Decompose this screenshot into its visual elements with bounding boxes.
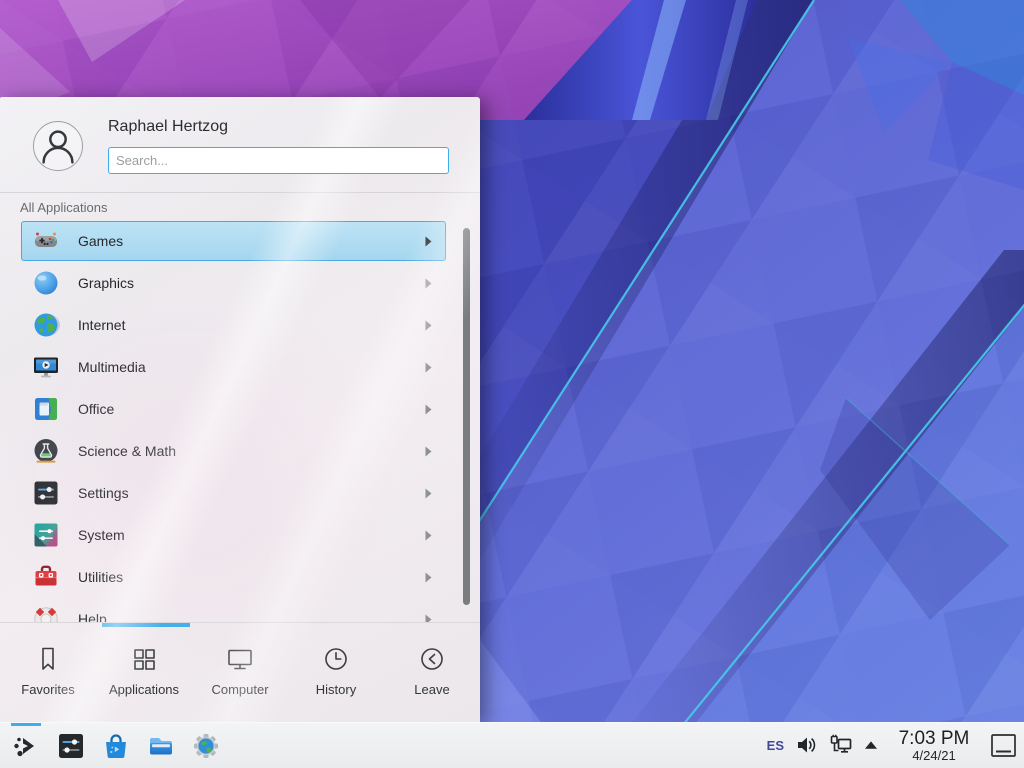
taskbar: ES 7:03 PM 4/24/21 <box>0 722 1024 768</box>
submenu-arrow-icon <box>425 362 432 373</box>
digital-clock[interactable]: 7:03 PM 4/24/21 <box>892 729 976 762</box>
category-label: Internet <box>78 317 125 333</box>
section-label: All Applications <box>20 200 107 215</box>
category-row-multimedia[interactable]: Multimedia <box>21 347 446 387</box>
category-label: Multimedia <box>78 359 146 375</box>
keyboard-layout-indicator[interactable]: ES <box>767 738 784 753</box>
user-name: Raphael Hertzog <box>108 118 228 136</box>
category-label: Settings <box>78 485 129 501</box>
monitor-icon <box>225 644 255 674</box>
show-desktop-icon[interactable] <box>990 733 1017 758</box>
discover-icon[interactable] <box>101 731 131 761</box>
category-row-office[interactable]: Office <box>21 389 446 429</box>
sliders-gradient-icon <box>32 521 60 549</box>
sphere-icon <box>32 269 60 297</box>
tab-leave[interactable]: Leave <box>384 623 480 722</box>
submenu-arrow-icon <box>425 488 432 499</box>
toolbox-icon <box>32 563 60 591</box>
taskbar-launchers <box>0 731 221 761</box>
category-row-games[interactable]: Games <box>21 221 446 261</box>
submenu-arrow-icon <box>425 614 432 623</box>
office-document-icon <box>32 395 60 423</box>
tab-label: Computer <box>211 682 268 697</box>
submenu-arrow-icon <box>425 278 432 289</box>
globe-icon <box>32 311 60 339</box>
category-row-science-math[interactable]: Science & Math <box>21 431 446 471</box>
submenu-arrow-icon <box>425 530 432 541</box>
desktop: Raphael Hertzog All Applications Games <box>0 0 1024 768</box>
tab-label: Applications <box>109 682 179 697</box>
kde-kickoff-icon[interactable] <box>11 731 41 761</box>
category-row-utilities[interactable]: Utilities <box>21 557 446 597</box>
app-grid-icon <box>129 644 159 674</box>
category-row-internet[interactable]: Internet <box>21 305 446 345</box>
tab-history[interactable]: History <box>288 623 384 722</box>
speaker-icon[interactable] <box>795 734 817 756</box>
clock-date: 4/24/21 <box>892 749 976 763</box>
category-label: System <box>78 527 125 543</box>
category-label: Science & Math <box>78 443 176 459</box>
application-launcher-menu: Raphael Hertzog All Applications Games <box>0 97 480 722</box>
submenu-arrow-icon <box>425 236 432 247</box>
launcher-header: Raphael Hertzog <box>0 97 480 193</box>
category-label: Graphics <box>78 275 134 291</box>
submenu-arrow-icon <box>425 320 432 331</box>
tab-label: Leave <box>414 682 449 697</box>
category-label: Utilities <box>78 569 123 585</box>
category-label: Games <box>78 233 123 249</box>
category-row-system[interactable]: System <box>21 515 446 555</box>
dolphin-folder-icon[interactable] <box>146 731 176 761</box>
tab-favorites[interactable]: Favorites <box>0 623 96 722</box>
submenu-arrow-icon <box>425 446 432 457</box>
gamepad-icon <box>32 227 60 255</box>
user-icon <box>34 122 82 170</box>
category-row-help[interactable]: Help <box>21 599 446 622</box>
category-label: Help <box>78 611 107 622</box>
list-scrollbar[interactable] <box>463 228 470 605</box>
tab-label: Favorites <box>21 682 74 697</box>
category-row-graphics[interactable]: Graphics <box>21 263 446 303</box>
caret-up-icon[interactable] <box>864 740 878 750</box>
launcher-tab-bar: Favorites Applications Computer <box>0 622 480 722</box>
network-wired-icon[interactable] <box>828 733 853 757</box>
search-input[interactable] <box>108 147 449 174</box>
clock-time: 7:03 PM <box>892 729 976 749</box>
tab-applications[interactable]: Applications <box>96 623 192 722</box>
clock-icon <box>321 644 351 674</box>
multimedia-monitor-icon <box>32 353 60 381</box>
globe-gear-icon[interactable] <box>191 731 221 761</box>
sliders-dark-icon <box>32 479 60 507</box>
launcher-active-indicator <box>11 723 41 726</box>
category-label: Office <box>78 401 114 417</box>
tab-label: History <box>316 682 356 697</box>
submenu-arrow-icon <box>425 572 432 583</box>
bookmark-icon <box>33 644 63 674</box>
submenu-arrow-icon <box>425 404 432 415</box>
leave-back-icon <box>417 644 447 674</box>
system-settings-icon[interactable] <box>56 731 86 761</box>
active-tab-indicator <box>102 623 190 627</box>
category-list: Games Graphics <box>0 221 480 622</box>
category-row-settings[interactable]: Settings <box>21 473 446 513</box>
lifebuoy-icon <box>32 605 60 622</box>
system-tray: ES 7:03 PM 4/24/21 <box>767 729 1024 762</box>
user-avatar[interactable] <box>33 121 83 171</box>
flask-icon <box>32 437 60 465</box>
tab-computer[interactable]: Computer <box>192 623 288 722</box>
